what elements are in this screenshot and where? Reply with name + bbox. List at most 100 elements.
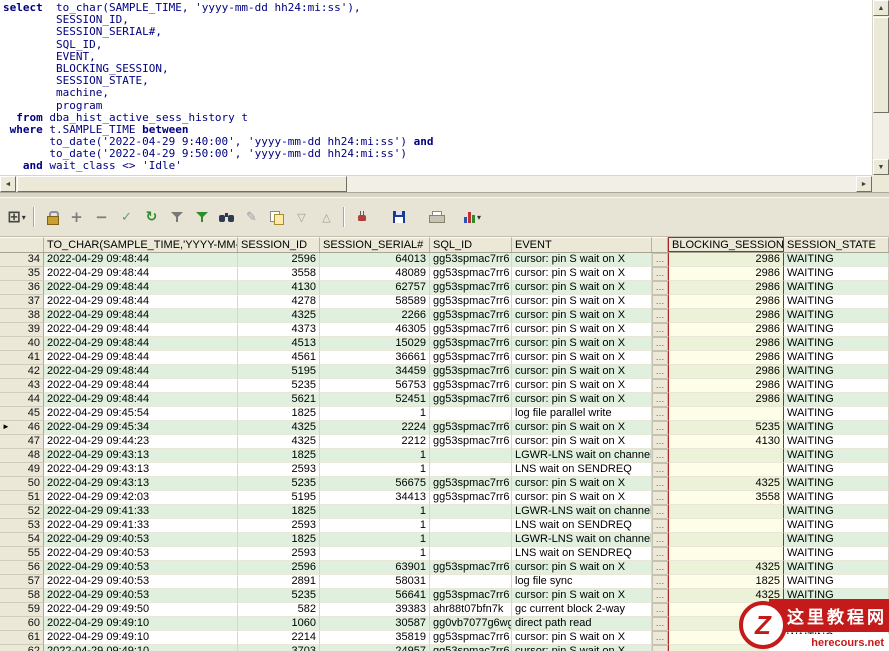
cell-sid[interactable]: 5235 (238, 379, 320, 393)
cell-sq[interactable] (430, 519, 512, 533)
column-header-el[interactable] (652, 237, 668, 252)
cell-bl[interactable]: 4130 (668, 435, 784, 449)
row-number[interactable]: 48 (0, 449, 44, 463)
cell-ser[interactable]: 63901 (320, 561, 430, 575)
row-number[interactable]: 38 (0, 309, 44, 323)
table-row[interactable]: 452022-04-29 09:45:5418251log file paral… (0, 407, 889, 421)
cell-st[interactable]: WAITING (784, 505, 889, 519)
cell-sid[interactable]: 3558 (238, 267, 320, 281)
cell-sid[interactable]: 4325 (238, 421, 320, 435)
scroll-left-button[interactable]: ◄ (0, 176, 16, 192)
cell-t[interactable]: 2022-04-29 09:48:44 (44, 295, 238, 309)
cell-ser[interactable]: 56641 (320, 589, 430, 603)
row-number[interactable]: 60 (0, 617, 44, 631)
event-detail-button[interactable]: … (652, 477, 668, 491)
post-changes-button[interactable]: ✓ (114, 206, 139, 228)
cell-t[interactable]: 2022-04-29 09:41:33 (44, 505, 238, 519)
event-detail-button[interactable]: … (652, 505, 668, 519)
cell-st[interactable]: WAITING (784, 351, 889, 365)
cell-sq[interactable] (430, 575, 512, 589)
cell-ev[interactable]: cursor: pin S wait on X (512, 631, 652, 645)
cell-st[interactable]: WAITING (784, 449, 889, 463)
cell-t[interactable]: 2022-04-29 09:41:33 (44, 519, 238, 533)
grid-corner[interactable] (0, 237, 44, 252)
cell-bl[interactable] (668, 519, 784, 533)
cell-ser[interactable]: 2266 (320, 309, 430, 323)
cell-sid[interactable]: 4130 (238, 281, 320, 295)
cell-ev[interactable]: cursor: pin S wait on X (512, 477, 652, 491)
table-row[interactable]: 522022-04-29 09:41:3318251LGWR-LNS wait … (0, 505, 889, 519)
cell-t[interactable]: 2022-04-29 09:42:03 (44, 491, 238, 505)
cell-ev[interactable]: LGWR-LNS wait on channel (512, 505, 652, 519)
row-number[interactable]: 54 (0, 533, 44, 547)
cell-sq[interactable]: gg53spmac7rr6 (430, 295, 512, 309)
event-detail-button[interactable]: … (652, 575, 668, 589)
cell-ser[interactable]: 1 (320, 533, 430, 547)
cell-ev[interactable]: log file sync (512, 575, 652, 589)
cell-bl[interactable] (668, 547, 784, 561)
cell-sid[interactable]: 5235 (238, 477, 320, 491)
cell-sq[interactable]: gg53spmac7rr6 (430, 421, 512, 435)
event-detail-button[interactable]: … (652, 281, 668, 295)
cell-ser[interactable]: 36661 (320, 351, 430, 365)
cell-sid[interactable]: 4561 (238, 351, 320, 365)
cell-ser[interactable]: 58589 (320, 295, 430, 309)
cell-ev[interactable]: LGWR-LNS wait on channel (512, 449, 652, 463)
cell-t[interactable]: 2022-04-29 09:40:53 (44, 589, 238, 603)
cell-st[interactable]: WAITING (784, 533, 889, 547)
table-row[interactable]: 482022-04-29 09:43:1318251LGWR-LNS wait … (0, 449, 889, 463)
cell-sid[interactable]: 2593 (238, 519, 320, 533)
row-number[interactable]: 41 (0, 351, 44, 365)
cell-st[interactable]: WAITING (784, 519, 889, 533)
cell-bl[interactable]: 2986 (668, 281, 784, 295)
event-detail-button[interactable]: … (652, 421, 668, 435)
event-detail-button[interactable]: … (652, 435, 668, 449)
cell-t[interactable]: 2022-04-29 09:40:53 (44, 547, 238, 561)
sort-desc-button[interactable]: ▽ (289, 206, 314, 228)
column-header-st[interactable]: SESSION_STATE (784, 237, 889, 252)
event-detail-button[interactable]: … (652, 337, 668, 351)
table-row[interactable]: 412022-04-29 09:48:44456136661gg53spmac7… (0, 351, 889, 365)
table-row[interactable]: 402022-04-29 09:48:44451315029gg53spmac7… (0, 337, 889, 351)
table-row[interactable]: 532022-04-29 09:41:3325931LNS wait on SE… (0, 519, 889, 533)
cell-sq[interactable]: gg53spmac7rr6 (430, 267, 512, 281)
horizontal-scroll-thumb[interactable] (17, 176, 347, 192)
cell-sq[interactable]: gg0vb7077g6wg (430, 617, 512, 631)
filter-button[interactable] (164, 206, 189, 228)
cell-t[interactable]: 2022-04-29 09:43:13 (44, 463, 238, 477)
cell-t[interactable]: 2022-04-29 09:43:13 (44, 449, 238, 463)
row-number[interactable]: 44 (0, 393, 44, 407)
row-number[interactable]: 62 (0, 645, 44, 651)
cell-sid[interactable]: 1825 (238, 407, 320, 421)
cell-sid[interactable]: 582 (238, 603, 320, 617)
cell-t[interactable]: 2022-04-29 09:43:13 (44, 477, 238, 491)
cell-st[interactable]: WAITING (784, 393, 889, 407)
cell-sid[interactable]: 1825 (238, 505, 320, 519)
cell-t[interactable]: 2022-04-29 09:40:53 (44, 575, 238, 589)
event-detail-button[interactable]: … (652, 463, 668, 477)
cell-bl[interactable]: 2986 (668, 323, 784, 337)
cell-bl[interactable]: 2986 (668, 267, 784, 281)
event-detail-button[interactable]: … (652, 351, 668, 365)
cell-st[interactable]: WAITING (784, 281, 889, 295)
event-detail-button[interactable]: … (652, 253, 668, 267)
cell-ev[interactable]: cursor: pin S wait on X (512, 365, 652, 379)
cell-st[interactable]: WAITING (784, 435, 889, 449)
editor-horizontal-scrollbar[interactable]: ◄ ► (0, 175, 872, 192)
print-button[interactable] (423, 206, 448, 228)
cell-t[interactable]: 2022-04-29 09:49:10 (44, 617, 238, 631)
table-row[interactable]: 432022-04-29 09:48:44523556753gg53spmac7… (0, 379, 889, 393)
table-row[interactable]: 492022-04-29 09:43:1325931LNS wait on SE… (0, 463, 889, 477)
cell-bl[interactable]: 2986 (668, 365, 784, 379)
event-detail-button[interactable]: … (652, 323, 668, 337)
event-detail-button[interactable]: … (652, 533, 668, 547)
cell-sid[interactable]: 1825 (238, 449, 320, 463)
cell-bl[interactable]: 2986 (668, 393, 784, 407)
cell-t[interactable]: 2022-04-29 09:45:54 (44, 407, 238, 421)
cell-bl[interactable]: 4325 (668, 477, 784, 491)
cell-bl[interactable]: 3558 (668, 491, 784, 505)
cell-sid[interactable]: 2891 (238, 575, 320, 589)
cell-t[interactable]: 2022-04-29 09:48:44 (44, 267, 238, 281)
event-detail-button[interactable]: … (652, 561, 668, 575)
event-detail-button[interactable]: … (652, 309, 668, 323)
